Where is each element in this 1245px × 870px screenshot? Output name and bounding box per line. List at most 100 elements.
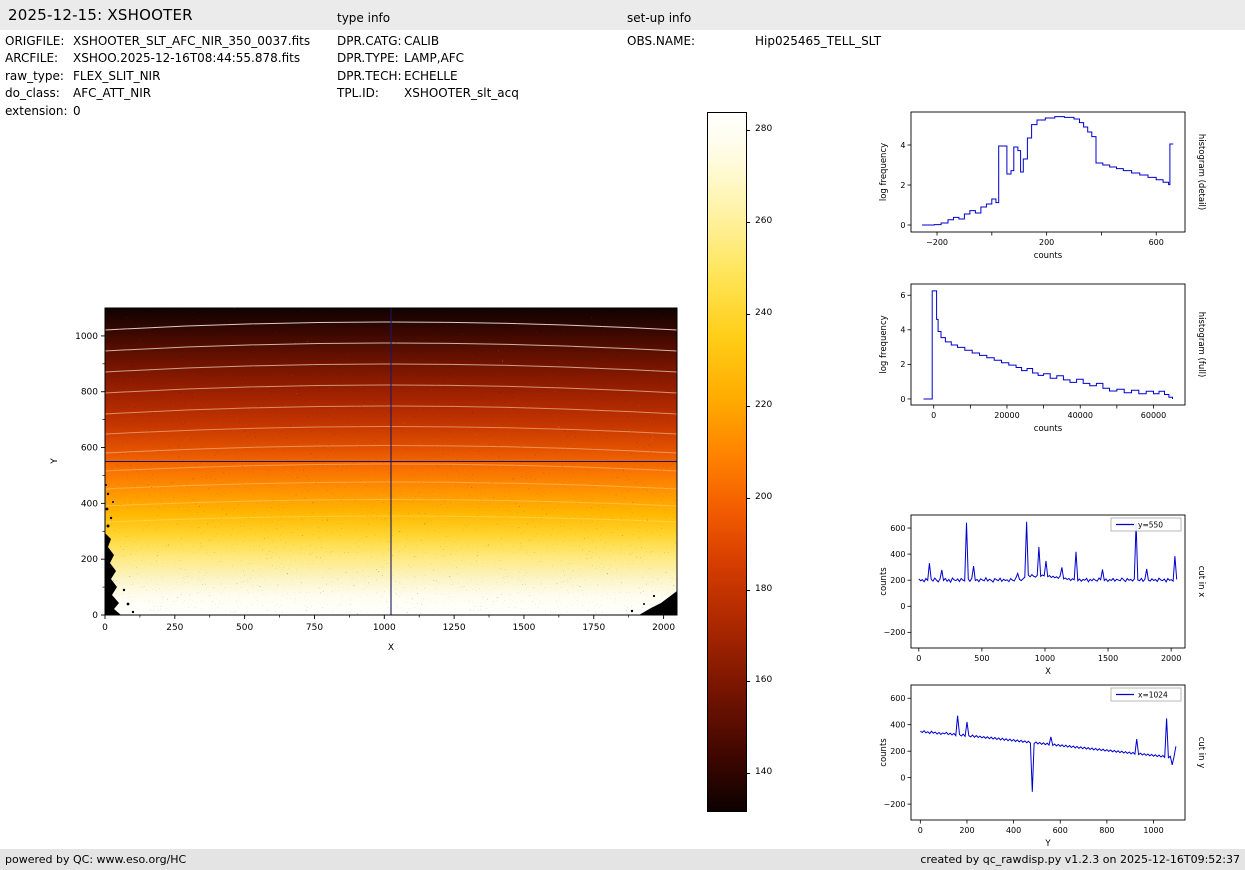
main-xtick-label: 250 (166, 623, 183, 633)
meta-value: FLEX_SLIT_NIR (73, 68, 161, 83)
meta-row: TPL.ID: XSHOOTER_slt_acq (337, 85, 519, 102)
type-info-heading: type info (337, 11, 391, 25)
file-info-column: ORIGFILE: XSHOOTER_SLT_AFC_NIR_350_0037.f… (5, 33, 310, 120)
colorbar-tick-mark (746, 222, 750, 224)
hist-detail-svg: −200 200 600 0 2 4 counts log frequency histogra… (879, 111, 1206, 261)
cut-in-y-chart: 0 200 400 600 800 1000 −200 0 200 400 600 Ycounts cu… (875, 676, 1211, 856)
main-ytick-label: 200 (81, 555, 98, 565)
cut-y-xtick-label: 1000 (1143, 826, 1163, 835)
colorbar-tick-label: 180 (755, 583, 773, 594)
type-info-column: DPR.CATG: CALIB DPR.TYPE: LAMP,AFC DPR.TEC… (337, 33, 519, 103)
meta-label: OBS.NAME: (627, 34, 696, 48)
cut-y-xlabel: Y (1044, 839, 1051, 849)
meta-value: XSHOOTER_slt_acq (404, 86, 519, 101)
page-title: 2025-12-15: XSHOOTER (8, 6, 193, 24)
colorbar-gradient (707, 112, 747, 812)
cut-x-ylabel: counts (879, 567, 889, 596)
cut-y-series-line (920, 715, 1177, 792)
hist-detail-xtick-label: −200 (926, 238, 948, 247)
cut-x-right-label: cut in x (1196, 566, 1206, 598)
cut-y-xtick-label: 0 (918, 826, 923, 835)
cut-x-ytick-label: 600 (890, 524, 905, 533)
colorbar-tick-mark (746, 314, 750, 316)
cut-y-xtick-label: 600 (1053, 826, 1068, 835)
cut-y-frame (910, 684, 1186, 821)
footer-bar: powered by QC: www.eso.org/HC created by… (0, 849, 1245, 870)
main-ytick-label: 0 (92, 611, 98, 621)
cut-y-right-label: cut in y (1196, 737, 1206, 769)
cut-x-ytick-label: −200 (884, 628, 906, 637)
colorbar-tick-label: 240 (755, 308, 773, 319)
cut-in-x-chart: 0 500 1000 1500 2000 −200 0 200 400 600 Xcounts cut… (875, 506, 1211, 684)
colorbar-tick-label: 280 (755, 124, 773, 135)
main-detector-plot: X Y 0 250 500 750 1000 1250 1500 1750 2000 0 200 40… (50, 307, 678, 653)
colorbar-tick-mark (746, 497, 750, 499)
meta-row: do_class: AFC_ATT_NIR (5, 85, 310, 102)
hist-detail-ytick-label: 0 (900, 221, 905, 230)
main-ylabel: Y (50, 458, 60, 465)
meta-row: DPR.TECH: ECHELLE (337, 68, 519, 85)
cut-x-svg: 0 500 1000 1500 2000−2000200400600Xcounts cut… (879, 514, 1206, 677)
hist-detail-ytick-label: 2 (900, 181, 905, 190)
meta-value: Hip025465_TELL_SLT (755, 34, 882, 48)
footer-left-text: powered by QC: www.eso.org/HC (5, 853, 187, 866)
hist-detail-xtick-label: 200 (1039, 238, 1054, 247)
colorbar-tick-label: 220 (755, 399, 773, 410)
colorbar-tick-mark (746, 405, 750, 407)
hist-detail-ylabel: log frequency (879, 143, 889, 201)
main-xtick-label: 2000 (652, 623, 675, 633)
setup-info-heading: set-up info (627, 11, 692, 25)
hist-full-ytick-label: 0 (900, 395, 905, 404)
meta-row: raw_type: FLEX_SLIT_NIR (5, 68, 310, 85)
cut-x-xtick-label: 1500 (1098, 654, 1118, 663)
cut-y-xtick-label: 200 (959, 826, 974, 835)
meta-row: ORIGFILE: XSHOOTER_SLT_AFC_NIR_350_0037.f… (5, 33, 310, 50)
meta-value: XSHOOTER_SLT_AFC_NIR_350_0037.fits (73, 34, 311, 48)
qc-report-page: 2025-12-15: XSHOOTER type info set-up in… (0, 0, 1245, 870)
meta-label: DPR.TECH: (337, 68, 402, 83)
colorbar-tick-label: 160 (755, 675, 773, 686)
cut-y-legend-label: x=1024 (1138, 691, 1168, 700)
hist-full-xtick-label: 20000 (994, 411, 1019, 420)
meta-row: OBS.NAME: Hip025465_TELL_SLT (627, 33, 881, 50)
colorbar-tick-label: 140 (755, 767, 773, 778)
histogram-detail-chart: −200 200 600 0 2 4 counts log frequency histogra… (875, 103, 1211, 268)
cut-x-xtick-label: 1000 (1035, 654, 1055, 663)
hist-detail-xtick-label: 600 (1149, 238, 1164, 247)
hist-full-svg: 0 20000 40000 60000 0 2 4 6 counts log frequency h… (879, 283, 1206, 434)
footer-right-text: created by qc_rawdisp.py v1.2.3 on 2025-… (920, 853, 1240, 866)
main-ytick-label: 600 (81, 444, 98, 454)
cut-x-frame (910, 514, 1186, 649)
meta-value: 0 (73, 103, 81, 118)
cut-y-ytick-label: 400 (890, 721, 905, 730)
cut-y-ytick-label: 200 (890, 747, 905, 756)
cut-x-ytick-label: 0 (900, 602, 905, 611)
meta-label: do_class: (5, 86, 60, 101)
hist-full-xtick-label: 40000 (1068, 411, 1093, 420)
colorbar-tick-mark (746, 773, 750, 775)
meta-row: ARCFILE: XSHOO.2025-12-16T08:44:55.878.fi… (5, 50, 310, 67)
hist-detail-series-line (922, 116, 1174, 226)
hist-full-xtick-label: 60000 (1141, 411, 1166, 420)
main-xlabel: X (388, 643, 394, 653)
cut-y-xtick-label: 400 (1006, 826, 1021, 835)
histogram-full-chart: 0 20000 40000 60000 0 2 4 6 counts log frequency h… (875, 275, 1211, 441)
main-xtick-label: 500 (236, 623, 253, 633)
main-xtick-label: 750 (306, 623, 323, 633)
meta-value: ECHELLE (404, 68, 458, 83)
meta-row: DPR.CATG: CALIB (337, 33, 519, 50)
meta-label: TPL.ID: (337, 86, 379, 101)
main-ytick-label: 1000 (75, 332, 98, 342)
detector-image (104, 308, 678, 615)
meta-value: XSHOO.2025-12-16T08:44:55.878.fits (73, 51, 301, 66)
main-xtick-label: 1750 (582, 623, 605, 633)
meta-row: extension: 0 (5, 103, 310, 120)
hist-full-ytick-label: 4 (900, 326, 905, 335)
main-ytick-label: 400 (81, 499, 98, 509)
cut-x-legend-label: y=550 (1138, 521, 1163, 530)
header-bar: 2025-12-15: XSHOOTER type info set-up in… (0, 0, 1245, 30)
cut-y-ytick-label: −200 (884, 800, 906, 809)
hist-full-right-label: histogram (full) (1196, 312, 1206, 378)
cut-x-ytick-label: 200 (890, 576, 905, 585)
main-xtick-label: 1250 (443, 623, 466, 633)
